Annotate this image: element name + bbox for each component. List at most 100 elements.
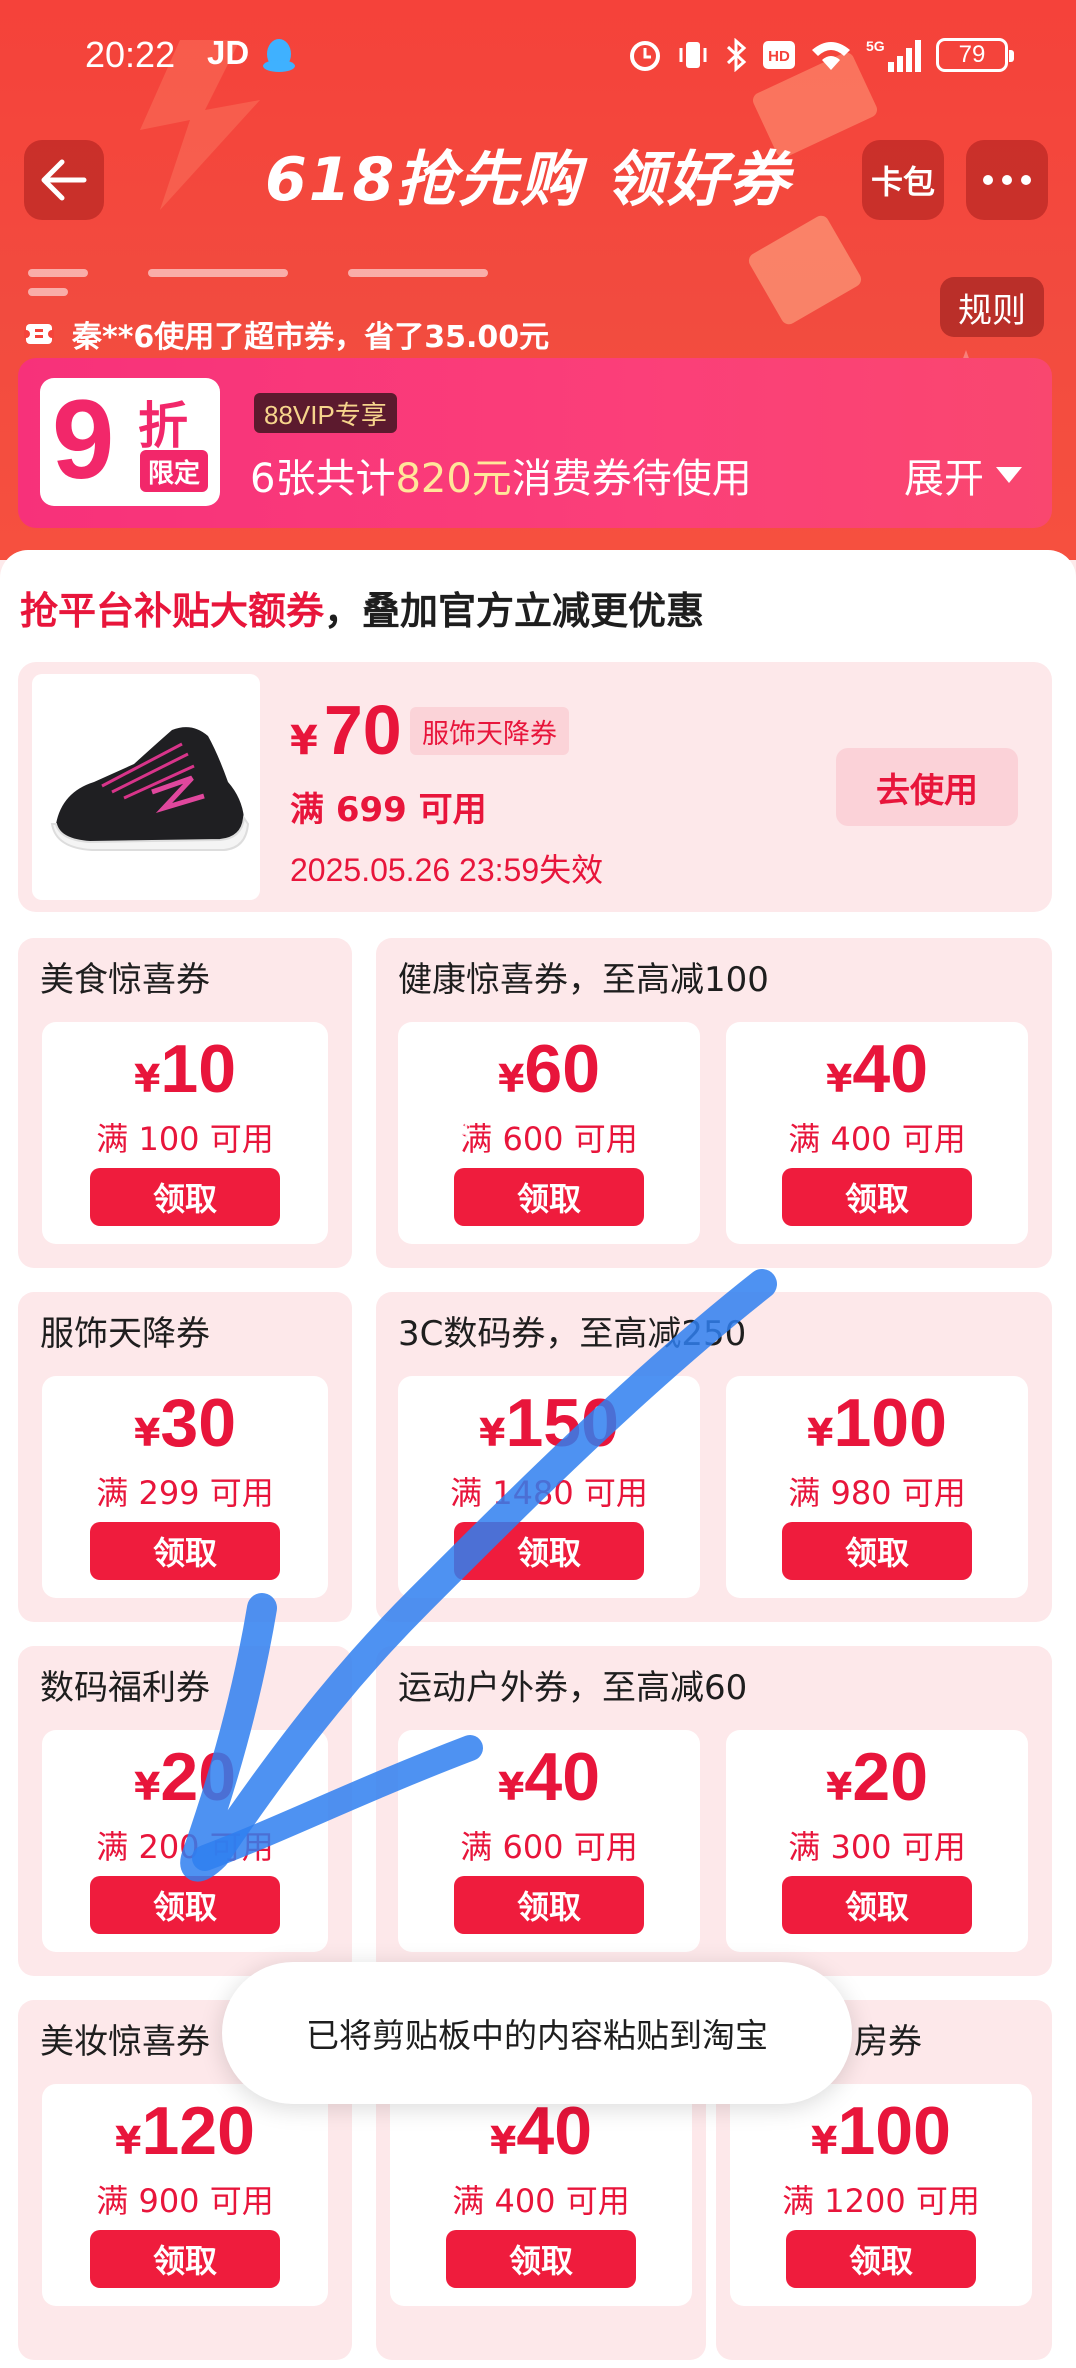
coupon-price: ¥20 (825, 1739, 929, 1815)
coupon-card: ¥100 满 1200 可用 领取 (730, 2084, 1032, 2306)
claim-button[interactable]: 领取 (90, 1876, 280, 1934)
coupon-condition: 满 400 可用 (788, 1120, 966, 1158)
bluetooth-icon (726, 38, 747, 72)
discount-char: 折 (138, 397, 188, 455)
coupon-price: ¥60 (497, 1031, 601, 1107)
featured-price: ¥ 70 (290, 691, 402, 769)
discount-number: 9 (52, 377, 115, 502)
svg-text:HD: HD (768, 48, 790, 65)
featured-amount: 70 (323, 691, 402, 769)
coupon-price: ¥150 (479, 1385, 619, 1461)
hd-icon: HD (763, 41, 795, 69)
coupon-card: ¥20 满 200 可用 领取 (42, 1730, 328, 1952)
caret-down-icon (996, 467, 1022, 483)
claim-button[interactable]: 领取 (782, 1522, 972, 1580)
limited-label: 限定 (140, 450, 208, 492)
coupon-price: ¥120 (115, 2093, 255, 2169)
coupon-group: 服饰天降券 ¥30 满 299 可用 领取 (18, 1292, 352, 1622)
coupon-type-tag: 服饰天降券 (410, 707, 569, 755)
coupon-card: ¥20 满 300 可用 领取 (726, 1730, 1028, 1952)
claim-button[interactable]: 领取 (90, 2230, 280, 2288)
status-carrier: JD (207, 34, 250, 71)
claim-button[interactable]: 领取 (90, 1522, 280, 1580)
vibrate-icon (679, 42, 707, 68)
coupon-price: ¥30 (133, 1385, 237, 1461)
coupon-group: 健康惊喜券，至高减100 ¥60 满 600 可用 领取 ¥40 满 400 可… (376, 938, 1052, 1268)
coupon-group: 运动户外券，至高减60 ¥40 满 600 可用 领取 ¥20 满 300 可用… (376, 1646, 1052, 1976)
coupon-group: 3C数码券，至高减250 ¥150 满 1480 可用 领取 ¥100 满 98… (376, 1292, 1052, 1622)
vip-tag: 88VIP专享 (254, 393, 397, 433)
group-title: 美食惊喜券 (40, 960, 210, 1000)
group-title: 健康惊喜券，至高减100 (398, 960, 769, 1000)
expand-label: 展开 (904, 456, 984, 502)
arrow-left-icon (41, 159, 87, 201)
wifi-icon (812, 42, 850, 70)
coupon-group: 美食惊喜券 ¥10 满 100 可用 领取 (18, 938, 352, 1268)
coupon-card: ¥10 满 100 可用 领取 (42, 1022, 328, 1244)
scrolling-ticker-previous (28, 262, 628, 296)
claim-button[interactable]: 领取 (782, 1876, 972, 1934)
vip-coupon-banner[interactable]: 9 折 限定 88VIP专享 6张共计820元消费券待使用 展开 (18, 358, 1052, 528)
ticket-decoration-icon (746, 212, 864, 328)
vip-summary: 6张共计820元消费券待使用 (250, 456, 752, 502)
coupon-price: ¥20 (133, 1739, 237, 1815)
more-button[interactable] (966, 140, 1048, 220)
savings-ticker: 秦**6使用了超市券，省了35.00元 (24, 312, 549, 356)
clipboard-toast: 已将剪贴板中的内容粘贴到淘宝 (222, 1962, 852, 2104)
rules-button[interactable]: 规则 (940, 277, 1044, 337)
coupon-card: ¥40 满 400 可用 领取 (390, 2084, 692, 2306)
back-button[interactable] (24, 140, 104, 220)
featured-condition: 满 699 可用 (290, 790, 487, 830)
card-bag-button[interactable]: 卡包 (862, 140, 944, 220)
svg-text:5G: 5G (866, 38, 885, 54)
group-title: 3C数码券，至高减250 (398, 1314, 747, 1354)
coupon-price: ¥10 (133, 1031, 237, 1107)
status-bar: 20:22 JD HD 5G 79 (0, 0, 1076, 110)
coupon-price: ¥100 (807, 1385, 947, 1461)
signal-5g-icon: 5G (866, 38, 921, 72)
claim-button[interactable]: 领取 (782, 1168, 972, 1226)
vip-total-amount: 820元 (395, 456, 512, 502)
coupon-ticket-icon (24, 324, 54, 344)
coupon-condition: 满 400 可用 (452, 2182, 630, 2220)
coupon-condition: 满 100 可用 (96, 1120, 274, 1158)
coupon-condition: 满 1200 可用 (782, 2182, 980, 2220)
coupon-card: ¥30 满 299 可用 领取 (42, 1376, 328, 1598)
expand-button[interactable]: 展开 (904, 446, 1022, 504)
sneaker-product-image (32, 674, 260, 900)
section-title: 抢平台补贴大额券，叠加官方立减更优惠 (20, 589, 705, 633)
claim-button[interactable]: 领取 (454, 1168, 644, 1226)
coupon-price: ¥40 (825, 1031, 929, 1107)
coupon-card: ¥120 满 900 可用 领取 (42, 2084, 328, 2306)
coupon-condition: 满 900 可用 (96, 2182, 274, 2220)
claim-button[interactable]: 领取 (454, 1522, 644, 1580)
ticker-text: 秦**6使用了超市券，省了35.00元 (72, 320, 550, 355)
watermark-text: 我第 (398, 1109, 475, 1150)
coupon-condition: 满 1480 可用 (450, 1474, 648, 1512)
coupon-group: 数码福利券 ¥20 满 200 可用 领取 (18, 1646, 352, 1976)
featured-coupon: ¥ 70 服饰天降券 满 699 可用 2025.05.26 23:59失效 去… (18, 662, 1052, 912)
claim-button[interactable]: 领取 (446, 2230, 636, 2288)
coupon-condition: 满 200 可用 (96, 1828, 274, 1866)
coupon-price: ¥40 (497, 1739, 601, 1815)
use-coupon-button[interactable]: 去使用 (836, 748, 1018, 826)
coupon-condition: 满 299 可用 (96, 1474, 274, 1512)
claim-button[interactable]: 领取 (454, 1876, 644, 1934)
sneaker-image-icon (50, 727, 250, 851)
claim-button[interactable]: 领取 (786, 2230, 976, 2288)
group-title: 美妆惊喜券 (40, 2022, 210, 2062)
claim-button[interactable]: 领取 (90, 1168, 280, 1226)
header-banner: 20:22 JD HD 5G 79 618抢先购 领好券 卡包 规则 秦**6使… (0, 0, 1076, 560)
featured-expiry: 2025.05.26 23:59失效 (290, 852, 604, 888)
group-title: 服饰天降券 (40, 1314, 210, 1354)
alarm-icon (630, 41, 660, 71)
status-icons: HD 5G 79 (628, 30, 1014, 80)
page-title: 618抢先购 领好券 (265, 145, 792, 215)
coupon-card: ¥40 满 600 可用 领取 (398, 1730, 700, 1952)
group-title: 房券 (854, 2022, 922, 2062)
discount-badge: 9 折 限定 (40, 377, 220, 506)
status-time: 20:22 (85, 34, 176, 75)
group-title: 数码福利券 (40, 1668, 210, 1708)
coupon-card: ¥100 满 980 可用 领取 (726, 1376, 1028, 1598)
group-title: 运动户外券，至高减60 (398, 1668, 748, 1708)
